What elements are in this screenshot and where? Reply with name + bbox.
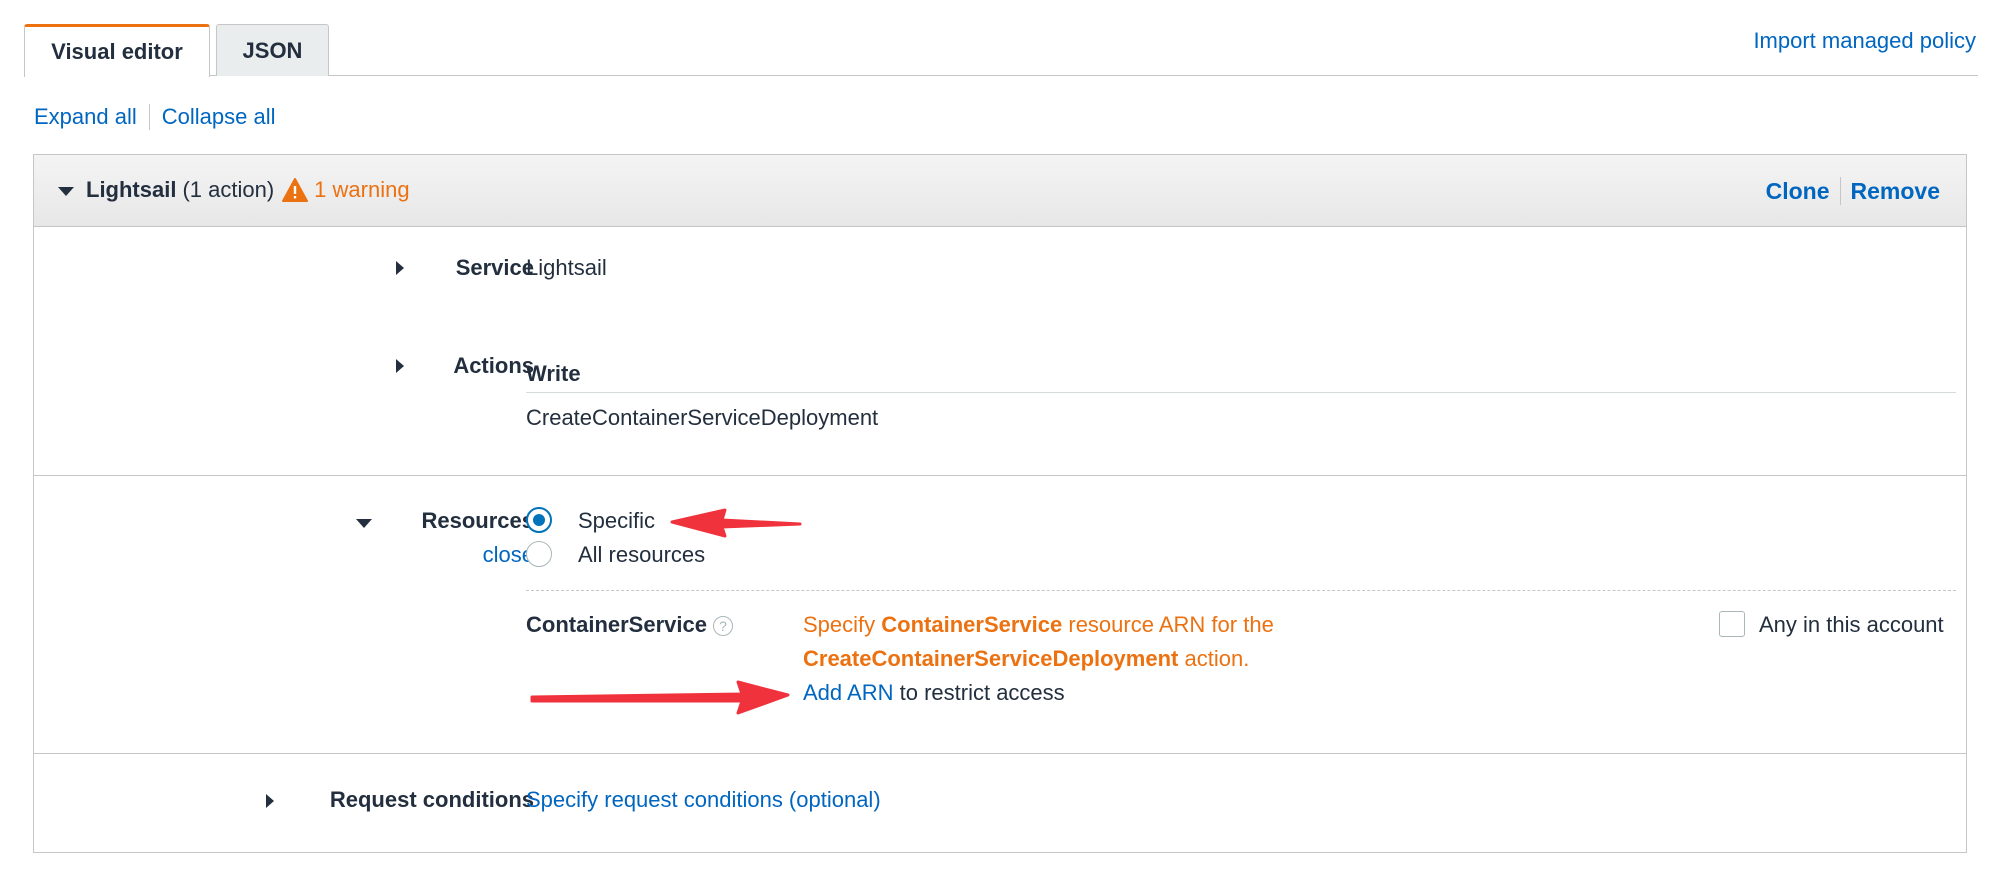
resources-label[interactable]: Resources	[421, 508, 534, 534]
divider	[1839, 177, 1841, 205]
service-name: Lightsail	[86, 177, 177, 202]
container-service-label-text: ContainerService	[526, 612, 707, 637]
annotation-arrow-specific	[670, 508, 802, 538]
service-value: Lightsail	[526, 255, 607, 280]
specify-conditions-link[interactable]: Specify request conditions (optional)	[526, 787, 881, 813]
statement-header[interactable]: Lightsail (1 action) 1 warning Clone Rem…	[34, 155, 1966, 227]
selected-action: CreateContainerServiceDeployment	[526, 405, 879, 430]
msg-text: Specify	[803, 612, 876, 637]
tab-json[interactable]: JSON	[216, 24, 329, 76]
divider	[526, 590, 1956, 591]
radio-specific-label[interactable]: Specific	[578, 508, 655, 534]
any-in-account-label[interactable]: Any in this account	[1759, 612, 1944, 638]
msg-resource: ContainerService	[881, 612, 1063, 637]
collapse-caret-icon[interactable]	[58, 187, 74, 196]
expand-collapse-controls: Expand all Collapse all	[34, 104, 275, 130]
row-divider	[34, 475, 1966, 476]
add-arn-link[interactable]: Add ARN	[803, 680, 894, 705]
add-arn-line: Add ARN to restrict access	[803, 680, 1065, 706]
collapse-resources-caret-icon[interactable]	[356, 519, 372, 528]
warning-count: 1 warning	[314, 177, 410, 202]
msg-text: action.	[1184, 646, 1250, 671]
expand-all-link[interactable]: Expand all	[34, 104, 137, 130]
action-count: (1 action)	[182, 177, 275, 202]
actions-group-heading: Write	[526, 361, 581, 386]
radio-specific[interactable]	[526, 507, 552, 533]
divider	[148, 104, 150, 130]
editor-tabs: Visual editor JSON	[24, 24, 1978, 77]
msg-action: CreateContainerServiceDeployment	[803, 646, 1179, 671]
request-conditions-label[interactable]: Request conditions	[330, 787, 534, 813]
clone-button[interactable]: Clone	[1766, 178, 1830, 205]
row-divider	[34, 753, 1966, 754]
expand-actions-caret-icon[interactable]	[396, 359, 404, 373]
import-managed-policy-link[interactable]: Import managed policy	[1753, 28, 1976, 54]
any-in-account-checkbox[interactable]	[1719, 611, 1745, 637]
actions-label[interactable]: Actions	[453, 353, 534, 379]
divider	[526, 392, 1956, 393]
remove-button[interactable]: Remove	[1851, 178, 1940, 205]
statement-title: Lightsail (1 action) 1 warning	[86, 177, 410, 203]
add-arn-suffix: to restrict access	[899, 680, 1065, 705]
warning-icon	[282, 178, 309, 202]
tab-visual-editor[interactable]: Visual editor	[24, 24, 210, 77]
container-service-label: ContainerService?	[526, 612, 733, 638]
radio-all-resources[interactable]	[526, 541, 552, 567]
expand-conditions-caret-icon[interactable]	[266, 794, 274, 808]
arn-warning-line-2: CreateContainerServiceDeployment action.	[803, 646, 1249, 672]
annotation-arrow-add-arn	[530, 680, 790, 715]
collapse-all-link[interactable]: Collapse all	[162, 104, 276, 130]
expand-service-caret-icon[interactable]	[396, 261, 404, 275]
msg-text: resource ARN for the	[1068, 612, 1274, 637]
arn-warning-line-1: Specify ContainerService resource ARN fo…	[803, 612, 1274, 638]
service-label[interactable]: Service	[456, 255, 534, 281]
help-icon[interactable]: ?	[712, 616, 733, 637]
statement-panel: Lightsail (1 action) 1 warning Clone Rem…	[33, 154, 1967, 853]
statement-actions: Clone Remove	[1766, 177, 1940, 205]
